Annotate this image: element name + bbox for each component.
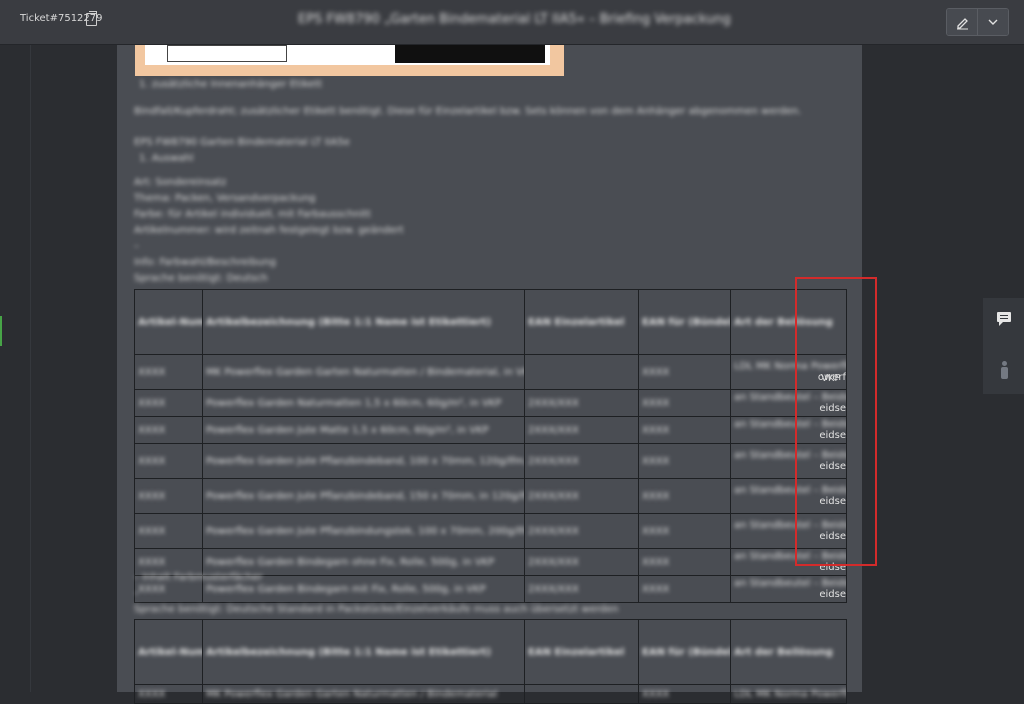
table-row: XXXX Powerflex Garden Jute Matte 1,5 x 60… bbox=[134, 416, 847, 444]
product-table-2: Artikel-Nummer Artikelbezeichnung (Bitte… bbox=[134, 619, 847, 704]
info-line-5: – bbox=[134, 241, 139, 252]
table-row: XXXX Powerflex Garden Jute Pflanzbindeban… bbox=[134, 443, 847, 479]
section-2-line: Sprache benötigt: Deutsche Standard in P… bbox=[134, 604, 619, 615]
top-bar: Ticket#7512279 EPS FW8790 „Garten Bindem… bbox=[0, 0, 1024, 45]
chevron-down-icon bbox=[988, 19, 998, 25]
left-divider bbox=[30, 45, 31, 692]
table-header-cell: Artikel-Nummer bbox=[134, 289, 203, 355]
active-marker bbox=[0, 316, 2, 346]
table-cell: XXXX bbox=[638, 354, 731, 390]
visible-cell-tail: eidse bbox=[819, 589, 846, 600]
section-2-dash: – bbox=[134, 588, 139, 599]
paragraph-1: Bindfall/Kupferdraht; zusätzlicher Etike… bbox=[134, 106, 802, 117]
table-cell bbox=[524, 354, 639, 390]
info-line-1: Art: Sondereinsatz bbox=[134, 177, 227, 188]
pencil-icon bbox=[956, 17, 968, 30]
table-row: XXXX Powerflex Garden Naturmatten 1,5 x 6… bbox=[134, 389, 847, 417]
table-header-row: Artikel-Nummer Artikelbezeichnung (Bitte… bbox=[134, 619, 847, 685]
ticket-title: EPS FW8790 „Garten Bindematerial LT IIA5… bbox=[298, 12, 731, 27]
product-table-1: Artikel-Nummer Artikelbezeichnung (Bitte… bbox=[134, 289, 847, 603]
table-header-cell: EAN Einzelartikel bbox=[524, 289, 639, 355]
info-line-4: Artikelnummer: wird zeitnah festgelegt b… bbox=[134, 225, 404, 236]
table-header-row: Artikel-Nummer Artikelbezeichnung (Bitte… bbox=[134, 289, 847, 355]
info-line-7: Sprache benötigt: Deutsch bbox=[134, 273, 268, 284]
dropdown-button[interactable] bbox=[977, 9, 1008, 35]
paragraph-3: 1. Auswahl bbox=[139, 153, 194, 164]
paragraph-2: EPS FW8790 Garten Bindematerial LT IIA5e bbox=[134, 137, 350, 148]
table-row: XXXX MK Powerflex Garden Garten Naturmat… bbox=[134, 354, 847, 390]
table-cell: XXXX bbox=[134, 354, 203, 390]
table-cell: MK Powerflex Garden Garten Naturmatten /… bbox=[202, 354, 525, 390]
image-caption: 1. zusätzliche Innenanhänger Etikett bbox=[139, 79, 323, 90]
editor-button-group bbox=[946, 8, 1009, 36]
edit-button[interactable] bbox=[947, 9, 977, 35]
chat-icon[interactable] bbox=[997, 312, 1011, 326]
table-row: XXXX MK Powerflex Garden Garten Naturmat… bbox=[134, 684, 847, 704]
person-icon[interactable] bbox=[1001, 361, 1008, 379]
info-line-2: Thema: Packen, Versandverpackung bbox=[134, 193, 316, 204]
table-row: XXXX Powerflex Garden Jute Pflanzbindeban… bbox=[134, 478, 847, 514]
table-header-cell: Artikelbezeichnung (Bitte 1:1 Name ist E… bbox=[202, 289, 525, 355]
left-margin bbox=[0, 45, 117, 692]
copy-icon[interactable] bbox=[86, 11, 97, 26]
info-line-6: Info: Farbwahl/Beschreibung bbox=[134, 257, 276, 268]
table-header-cell: EAN für (Bündel, Einlagen, VSE-Artikel, … bbox=[638, 289, 731, 355]
table-row: XXXX Powerflex Garden Jute Pflanzbindungs… bbox=[134, 513, 847, 549]
attached-image-content bbox=[145, 45, 550, 65]
section-2-title: – Inhalt Farbmusterfächer bbox=[134, 572, 263, 583]
annotation-highlight-box bbox=[795, 277, 877, 566]
info-line-3: Farbe: für Artikel individuell, mit Farb… bbox=[134, 209, 371, 220]
